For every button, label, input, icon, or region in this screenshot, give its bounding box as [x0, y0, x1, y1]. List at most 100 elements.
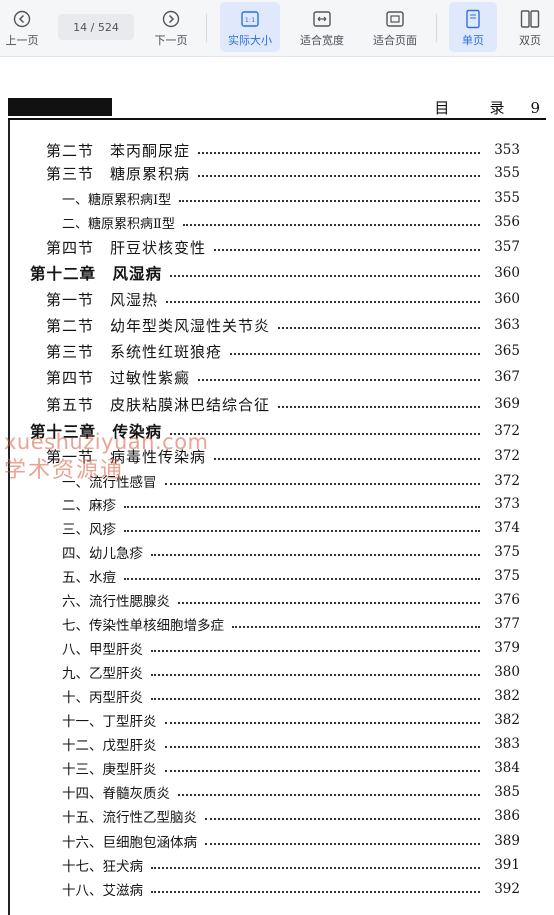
- fit-width-button[interactable]: 适合宽度: [292, 2, 352, 52]
- toc-page-number: 389: [494, 833, 520, 849]
- toc-leader-dots: [278, 327, 480, 329]
- toc-entry-label: 十三、庚型肝炎: [62, 762, 157, 778]
- toc-row-sub2: 七、传染性单核细胞增多症 377: [0, 613, 554, 635]
- toc-row-sub2: 十四、脊髓灰质炎 385: [0, 781, 554, 803]
- toc-entry-label: 十六、巨细胞包涵体病: [62, 835, 197, 851]
- double-page-icon: [520, 8, 540, 30]
- actual-size-label: 实际大小: [228, 34, 272, 47]
- watermark: xueshuziyuan.com 学术资源通: [4, 430, 209, 484]
- toc-leader-dots: [164, 770, 480, 772]
- toc-page-number: 375: [494, 544, 520, 560]
- toc-leader-dots: [124, 506, 480, 508]
- toc-entry-label: 六、流行性腮腺炎: [62, 594, 170, 610]
- watermark-line2: 学术资源通: [4, 458, 125, 483]
- toc-leader-dots: [214, 249, 480, 251]
- toc-row-section: 第一节 风湿热 360: [0, 288, 554, 310]
- toc-row-sub2: 十一、丁型肝炎 382: [0, 709, 554, 731]
- toc-leader-dots: [164, 746, 480, 748]
- fit-page-button[interactable]: 适合页面: [364, 2, 426, 52]
- toc-entry-label: 第四节 过敏性紫癜: [46, 368, 191, 387]
- toc-row-sub2: 五、水痘 375: [0, 565, 554, 587]
- document-page: 目 录 9 第二节 苯丙酮尿症 353 第三节 糖原累积病 355 一、糖原累积病Ⅰ型 355…: [0, 57, 554, 915]
- page-number-input[interactable]: 14 / 524: [58, 14, 134, 40]
- toc-page-number: 392: [494, 881, 520, 897]
- toc-entry-label: 十五、流行性乙型脑炎: [62, 810, 197, 826]
- watermark-line1: xueshuziyuan.com: [4, 430, 209, 454]
- toc-entry-label: 十八、艾滋病: [62, 883, 143, 899]
- toc-leader-dots: [151, 650, 480, 652]
- toc-page-number: 391: [494, 857, 520, 873]
- toc-row-sub2: 三、风疹 374: [0, 517, 554, 539]
- toc-leader-dots: [166, 301, 480, 303]
- toc-page-number: 386: [494, 808, 520, 824]
- toc-page-number: 382: [494, 688, 520, 704]
- toc-leader-dots: [230, 353, 480, 355]
- toc-entry-label: 十、丙型肝炎: [62, 690, 143, 706]
- toc-entry-label: 二、糖原累积病Ⅱ型: [62, 216, 175, 232]
- toc-leader-dots: [232, 626, 480, 628]
- toc-row-section: 第三节 糖原累积病 355: [0, 162, 554, 184]
- toc-leader-dots: [124, 530, 480, 532]
- toc-row-sub2: 十三、庚型肝炎 384: [0, 757, 554, 779]
- header-black-bar: [8, 98, 112, 116]
- toc-entry-label: 三、风疹: [62, 522, 116, 538]
- toc-entry-label: 第三节 糖原累积病: [46, 164, 191, 183]
- toc-leader-dots: [205, 843, 480, 845]
- page-header: 目 录 9: [434, 97, 540, 118]
- single-page-label: 单页: [462, 34, 484, 47]
- toc-leader-dots: [178, 794, 480, 796]
- toc-leader-dots: [198, 175, 480, 177]
- pdf-viewer-toolbar: 上一页 14 / 524 下一页 1:1 实际大小 适合宽度 适合页面 单页 双…: [0, 0, 554, 57]
- toc-page-number: 363: [494, 317, 520, 333]
- toc-page-number: 356: [494, 214, 520, 230]
- prev-page-button[interactable]: 上一页: [2, 2, 42, 52]
- toc-page-number: 377: [494, 616, 520, 632]
- toc-row-sub2: 十六、巨细胞包涵体病 389: [0, 830, 554, 852]
- toc-entry-label: 二、麻疹: [62, 498, 116, 514]
- header-title-part1: 目: [434, 99, 450, 117]
- toc-page-number: 379: [494, 640, 520, 656]
- toc-row-sub2: 四、幼儿急疹 375: [0, 541, 554, 563]
- toc-row-sub2: 二、麻疹 373: [0, 493, 554, 515]
- toc-entry-label: 九、乙型肝炎: [62, 666, 143, 682]
- toc-leader-dots: [198, 152, 480, 154]
- toc-entry-label: 十二、戊型肝炎: [62, 738, 157, 754]
- toc-leader-dots: [182, 224, 480, 226]
- toc-page-number: 372: [494, 448, 520, 464]
- toc-leader-dots: [151, 554, 480, 556]
- single-page-button[interactable]: 单页: [449, 2, 497, 52]
- toolbar-divider: [206, 14, 207, 42]
- toc-entry-label: 十四、脊髓灰质炎: [62, 786, 170, 802]
- toc-entry-label: 八、甲型肝炎: [62, 642, 143, 658]
- toc-page-number: 383: [494, 736, 520, 752]
- toc-row-section: 第四节 肝豆状核变性 357: [0, 236, 554, 258]
- toc-page-number: 360: [494, 291, 520, 307]
- toc-page-number: 367: [494, 369, 520, 385]
- fit-page-icon: [385, 8, 405, 30]
- toc-entry-label: 第二节 幼年型类风湿性关节炎: [46, 316, 271, 335]
- double-page-button[interactable]: 双页: [510, 2, 550, 52]
- toc-page-number: 380: [494, 664, 520, 680]
- toc-row-sub: 二、糖原累积病Ⅱ型 356: [0, 211, 554, 233]
- actual-size-button[interactable]: 1:1 实际大小: [220, 2, 280, 52]
- toc-leader-dots: [164, 483, 480, 485]
- toc-leader-dots: [278, 406, 480, 408]
- toc-page-number: 355: [494, 190, 520, 206]
- toc-page-number: 369: [494, 396, 520, 412]
- toc-page-number: 385: [494, 784, 520, 800]
- toc-row-section: 第四节 过敏性紫癜 367: [0, 366, 554, 388]
- toc-row-chapter: 第十二章 风湿病 360: [0, 262, 554, 284]
- toc-page-number: 365: [494, 343, 520, 359]
- next-page-button[interactable]: 下一页: [150, 2, 192, 52]
- toc-leader-dots: [151, 891, 480, 893]
- toc-page-number: 376: [494, 592, 520, 608]
- toc-page-number: 373: [494, 496, 520, 512]
- chevron-right-circle-icon: [162, 8, 180, 30]
- fit-page-label: 适合页面: [373, 34, 417, 47]
- toc-leader-dots: [151, 698, 480, 700]
- toc-leader-dots: [164, 722, 480, 724]
- double-page-label: 双页: [519, 34, 541, 47]
- toc-entry-label: 一、糖原累积病Ⅰ型: [62, 192, 172, 208]
- toolbar-divider: [436, 14, 437, 42]
- toc-page-number: 372: [494, 473, 520, 489]
